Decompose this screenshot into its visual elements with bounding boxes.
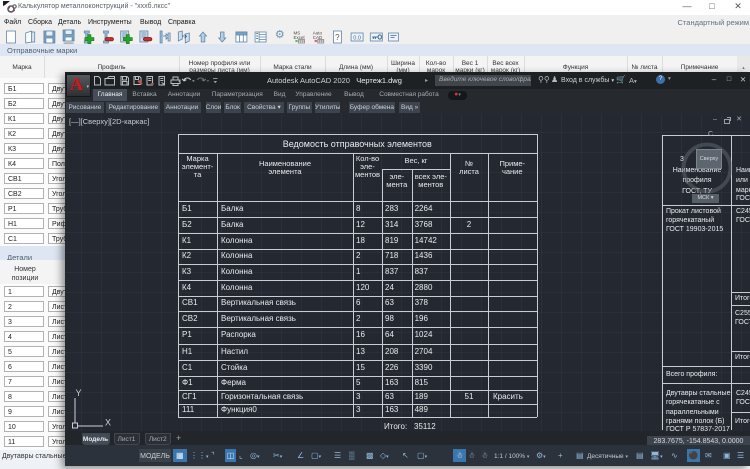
svg-text:?: ? bbox=[335, 33, 340, 42]
svg-text:0.0: 0.0 bbox=[353, 36, 361, 42]
svg-text:Y: Y bbox=[76, 388, 82, 398]
svg-text:X: X bbox=[105, 418, 111, 428]
svg-text:⚙: ⚙ bbox=[275, 29, 285, 41]
